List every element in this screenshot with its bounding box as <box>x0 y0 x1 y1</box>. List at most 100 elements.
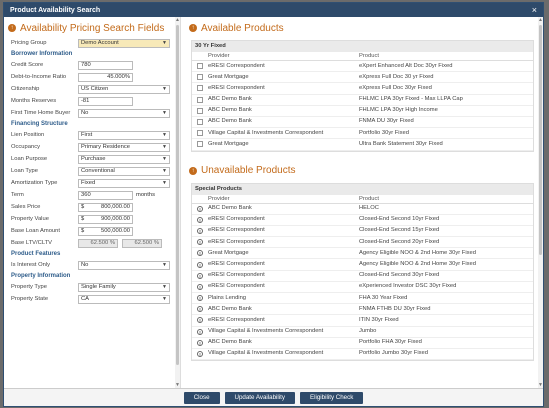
table-row[interactable]: Great Mortgage eXpress Full Doc 30 yr Fix… <box>192 72 533 84</box>
occupancy-select[interactable]: Primary Residence ▼ <box>78 142 170 152</box>
collapse-arrow-icon[interactable]: ↑ <box>8 24 16 32</box>
row-checkbox[interactable] <box>197 74 203 81</box>
update-availability-button[interactable]: Update Availability <box>224 391 295 404</box>
dialog-body: ↑ Availability Pricing Search Fields Pri… <box>4 17 543 388</box>
sales-price-input[interactable]: $800,000.00 <box>78 202 133 212</box>
field-label: Citizenship <box>11 86 40 92</box>
amortization-select[interactable]: Fixed ▼ <box>78 178 170 188</box>
property-type-select[interactable]: Single Family ▼ <box>78 282 170 292</box>
term-input[interactable]: 360 <box>78 190 133 200</box>
dialog-footer: Close Update Availability Eligibility Ch… <box>4 388 543 406</box>
table-row[interactable]: ABC Demo Bank FNMA DU 30yr Fixed <box>192 117 533 129</box>
table-row[interactable]: ! Great Mortgage Agency Eligible NOO & 2nd… <box>192 248 533 260</box>
months-reserves-input[interactable]: -81 <box>78 96 133 106</box>
info-icon[interactable]: ! <box>197 239 203 246</box>
info-icon[interactable]: ! <box>197 261 203 268</box>
lien-position-select[interactable]: First ▼ <box>78 130 170 140</box>
interest-only-select[interactable]: No ▼ <box>78 260 170 270</box>
table-row[interactable]: ABC Demo Bank FHLMC LPA 30yr High Income <box>192 106 533 117</box>
collapse-arrow-icon[interactable]: ↑ <box>189 166 197 175</box>
credit-score-input[interactable]: 780 <box>78 60 133 70</box>
info-icon[interactable]: ! <box>197 272 203 279</box>
info-icon[interactable]: ! <box>197 295 203 302</box>
close-button[interactable]: Close <box>183 391 220 404</box>
info-icon[interactable]: ! <box>197 283 203 290</box>
provider-cell: eRESI Correspondent <box>208 84 265 91</box>
provider-cell: eRESI Correspondent <box>208 227 265 234</box>
property-value-input[interactable]: $900,000.00 <box>78 214 133 224</box>
info-icon[interactable]: ! <box>197 216 203 223</box>
info-icon[interactable]: ! <box>197 339 203 346</box>
product-cell: FHLMC LPA 30yr High Income <box>359 107 438 114</box>
product-group-header: Special Products <box>192 183 533 195</box>
product-cell: HELOC <box>359 205 379 211</box>
table-row[interactable]: eRESI Correspondent eXpert Enhanced Alt D… <box>192 61 533 73</box>
row-checkbox[interactable] <box>197 141 203 148</box>
product-cell: eXpert Enhanced Alt Doc 30yr Fixed <box>359 62 453 69</box>
chevron-down-icon: ▼ <box>162 284 167 290</box>
scroll-thumb[interactable] <box>539 25 542 255</box>
table-row[interactable]: ! eRESI Correspondent Closed-End Second 30… <box>192 271 533 282</box>
table-row[interactable]: ! eRESI Correspondent Closed-End Second 15… <box>192 226 533 238</box>
credit-score-row: Credit Score 780 <box>4 59 180 71</box>
table-row[interactable]: ! ABC Demo Bank HELOC <box>192 204 533 215</box>
property-state-select[interactable]: CA ▼ <box>78 294 170 304</box>
provider-cell: eRESI Correspondent <box>208 272 265 279</box>
row-checkbox[interactable] <box>197 85 203 92</box>
table-row[interactable]: ! ABC Demo Bank FNMA FTHB DU 30yr Fixed <box>192 304 533 316</box>
search-fields-title: Availability Pricing Search Fields <box>20 22 165 34</box>
field-label: Is Interest Only <box>11 262 50 268</box>
table-row[interactable]: ! eRESI Correspondent ITIN 30yr Fixed <box>192 315 533 327</box>
row-checkbox[interactable] <box>197 107 203 114</box>
scroll-thumb[interactable] <box>176 25 179 365</box>
citizenship-select[interactable]: US Citizen ▼ <box>78 84 170 94</box>
table-row[interactable]: ! eRESI Correspondent Agency Eligible NOO … <box>192 259 533 271</box>
info-icon[interactable]: ! <box>197 351 203 358</box>
first-time-buyer-select[interactable]: No ▼ <box>78 108 170 118</box>
citizenship-row: Citizenship US Citizen ▼ <box>4 83 180 95</box>
scroll-up-icon[interactable]: ▲ <box>538 17 543 23</box>
info-icon[interactable]: ! <box>197 227 203 234</box>
info-icon[interactable]: ! <box>197 205 203 212</box>
info-icon[interactable]: ! <box>197 317 203 324</box>
table-row[interactable]: ! eRESI Correspondent Closed-End Second 20… <box>192 237 533 249</box>
info-icon[interactable]: ! <box>197 250 203 257</box>
term-unit: months <box>136 192 156 198</box>
collapse-arrow-icon[interactable]: ↑ <box>189 24 197 32</box>
loan-type-select[interactable]: Conventional ▼ <box>78 166 170 176</box>
field-label: Property Type <box>11 284 47 290</box>
base-loan-input[interactable]: $500,000.00 <box>78 226 133 236</box>
field-label: Term <box>11 192 24 198</box>
row-checkbox[interactable] <box>197 63 203 70</box>
term-row: Term 360 months <box>4 189 180 201</box>
info-icon[interactable]: ! <box>197 306 203 313</box>
row-checkbox[interactable] <box>197 96 203 103</box>
loan-purpose-select[interactable]: Purchase ▼ <box>78 154 170 164</box>
eligibility-check-button[interactable]: Eligibility Check <box>299 391 364 404</box>
right-scrollbar[interactable]: ▲ ▼ <box>538 17 543 388</box>
table-row[interactable]: Village Capital & Investments Correspond… <box>192 128 533 140</box>
close-icon[interactable]: × <box>532 5 537 15</box>
dti-input[interactable]: 45.000% <box>78 72 133 82</box>
row-checkbox[interactable] <box>197 119 203 126</box>
table-row[interactable]: eRESI Correspondent eXpress Full Doc 30yr… <box>192 83 533 95</box>
table-row[interactable]: ! Plains Lending FHA 30 Year Fixed <box>192 293 533 305</box>
field-label: Base Loan Amount <box>11 228 60 234</box>
table-row[interactable]: ! Village Capital & Investments Correspon… <box>192 327 533 338</box>
table-row[interactable]: ! eRESI Correspondent Closed-End Second 10… <box>192 215 533 226</box>
table-row[interactable]: ! eRESI Correspondent eXperienced Investor… <box>192 282 533 293</box>
scroll-up-icon[interactable]: ▲ <box>175 17 180 23</box>
row-checkbox[interactable] <box>197 130 203 137</box>
table-row[interactable]: Great Mortgage Ultra Bank Statement 30yr … <box>192 139 533 151</box>
chevron-down-icon: ▼ <box>162 86 167 92</box>
table-row[interactable]: ! Village Capital & Investments Correspon… <box>192 349 533 361</box>
product-cell: Ultra Bank Statement 30yr Fixed <box>359 140 443 147</box>
pricing-group-select[interactable]: Demo Account ▼ <box>78 38 170 48</box>
info-icon[interactable]: ! <box>197 328 203 335</box>
table-row[interactable]: ! ABC Demo Bank Portfolio FHA 30yr Fixed <box>192 338 533 349</box>
field-label: Amortization Type <box>11 180 58 186</box>
table-row[interactable]: ABC Demo Bank FHLMC LPA 30yr Fixed - Max … <box>192 95 533 106</box>
chevron-down-icon: ▼ <box>162 156 167 162</box>
amortization-row: Amortization Type Fixed ▼ <box>4 177 180 189</box>
left-scrollbar[interactable]: ▲ ▼ <box>175 17 180 388</box>
